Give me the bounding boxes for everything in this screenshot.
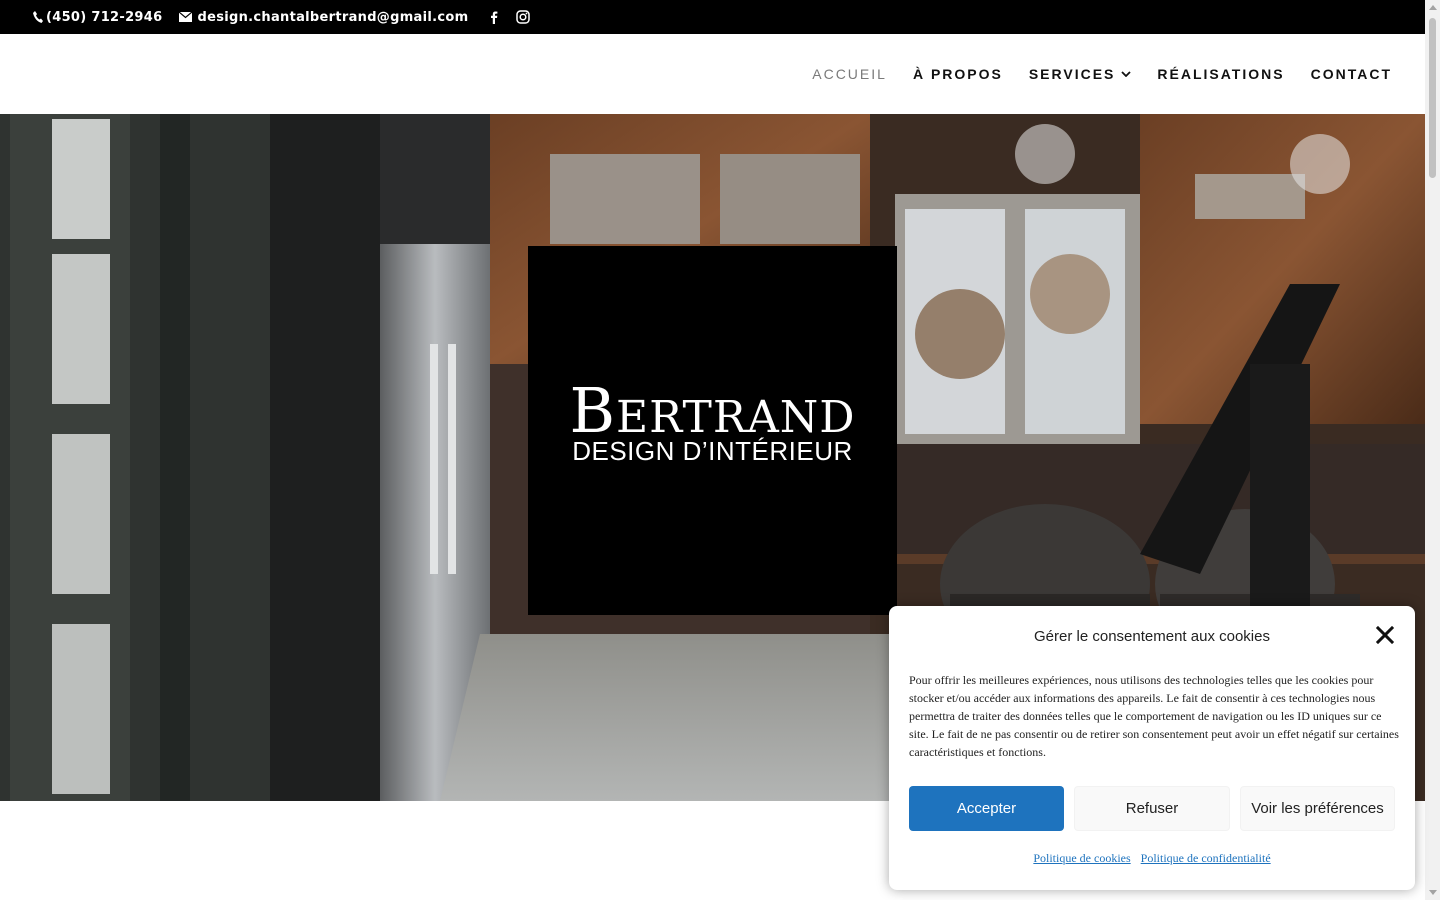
nav-item-services[interactable]: SERVICES — [1029, 66, 1132, 82]
preferences-button[interactable]: Voir les préférences — [1240, 786, 1395, 831]
phone-number[interactable]: (450) 712-2946 — [46, 10, 162, 25]
email-address[interactable]: design.chantalbertrand@gmail.com — [197, 10, 468, 25]
scrollbar-thumb[interactable] — [1429, 18, 1436, 178]
cookie-policy-link[interactable]: Politique de cookies — [1033, 851, 1130, 866]
scroll-up-icon[interactable] — [1429, 5, 1437, 10]
privacy-policy-link[interactable]: Politique de confidentialité — [1141, 851, 1271, 866]
nav-item-accueil[interactable]: ACCUEIL — [812, 66, 887, 82]
mail-icon — [179, 12, 193, 22]
deny-button[interactable]: Refuser — [1074, 786, 1230, 831]
page-scrollbar[interactable] — [1425, 0, 1440, 900]
instagram-icon[interactable] — [516, 10, 531, 24]
close-icon[interactable] — [1376, 626, 1394, 644]
nav-item-realisations[interactable]: RÉALISATIONS — [1157, 66, 1284, 82]
phone-icon — [33, 11, 43, 23]
nav-item-a-propos[interactable]: À PROPOS — [913, 66, 1003, 82]
facebook-icon[interactable] — [487, 10, 501, 24]
cookie-links: Politique de cookies Politique de confid… — [889, 851, 1415, 866]
logo-tagline: DESIGN D’INTÉRIEUR — [572, 436, 853, 466]
phone-contact[interactable]: (450) 712-2946 — [33, 10, 162, 25]
main-nav: ACCUEIL À PROPOS SERVICES RÉALISATIONS C… — [786, 34, 1392, 114]
accept-button[interactable]: Accepter — [909, 786, 1064, 831]
scroll-down-icon[interactable] — [1429, 890, 1437, 895]
cookie-title: Gérer le consentement aux cookies — [1034, 628, 1270, 645]
chevron-down-icon — [1121, 71, 1132, 77]
cookie-text: Pour offrir les meilleures expériences, … — [909, 673, 1399, 759]
logo-box: BERTRAND DESIGN D’INTÉRIEUR — [528, 246, 897, 615]
top-bar: (450) 712-2946 design.chantalbertrand@gm… — [0, 0, 1425, 34]
cookie-consent-dialog: Gérer le consentement aux cookies Pour o… — [889, 606, 1415, 890]
site-header: ACCUEIL À PROPOS SERVICES RÉALISATIONS C… — [0, 34, 1425, 114]
email-contact[interactable]: design.chantalbertrand@gmail.com — [179, 10, 468, 25]
nav-item-contact[interactable]: CONTACT — [1311, 66, 1392, 82]
